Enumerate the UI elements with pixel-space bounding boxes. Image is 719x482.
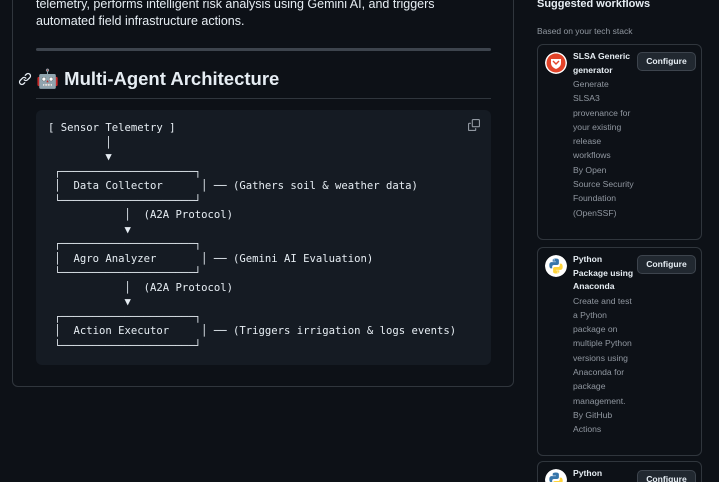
card-title[interactable]: SLSA Generic generator xyxy=(573,50,635,77)
suggested-workflows-subtitle: Based on your tech stack xyxy=(537,26,633,36)
card-text: Python xyxy=(573,467,635,481)
card-description: Generate SLSA3 provenance for your exist… xyxy=(573,79,631,161)
workflow-card-python-anaconda: Python Package using Anaconda Create and… xyxy=(537,247,702,456)
architecture-diagram-code: [ Sensor Telemetry ] │ ▼ ┌──────────────… xyxy=(48,122,457,352)
suggested-workflows-title: Suggested workflows xyxy=(537,0,651,10)
link-anchor-icon[interactable] xyxy=(18,72,32,86)
section-heading: 🤖 Multi-Agent Architecture xyxy=(18,67,491,99)
heading-title: 🤖 Multi-Agent Architecture xyxy=(36,68,280,89)
configure-button[interactable]: Configure xyxy=(637,255,696,274)
python-icon xyxy=(545,469,567,482)
copy-icon[interactable] xyxy=(468,119,480,131)
workflow-card-slsa: SLSA Generic generator Generate SLSA3 pr… xyxy=(537,44,702,240)
card-author: By Open Source Security Foundation (Open… xyxy=(573,164,634,218)
card-title[interactable]: Python Package using Anaconda xyxy=(573,253,635,294)
configure-button[interactable]: Configure xyxy=(637,52,696,71)
card-author: By GitHub Actions xyxy=(573,409,613,435)
readme-intro-text: telemetry, performs intelligent risk ana… xyxy=(36,0,435,28)
card-text: SLSA Generic generator Generate SLSA3 pr… xyxy=(573,50,635,220)
horizontal-rule xyxy=(36,48,491,51)
card-title[interactable]: Python xyxy=(573,467,635,481)
readme-panel: telemetry, performs intelligent risk ana… xyxy=(12,0,514,387)
card-description: Create and test a Python package on mult… xyxy=(573,295,632,406)
openssf-shield-icon xyxy=(545,52,567,74)
configure-button[interactable]: Configure xyxy=(637,470,696,482)
card-text: Python Package using Anaconda Create and… xyxy=(573,253,635,436)
python-icon xyxy=(545,255,567,277)
workflow-card-python: Python Configure xyxy=(537,461,702,482)
code-block: [ Sensor Telemetry ] │ ▼ ┌──────────────… xyxy=(36,110,491,365)
